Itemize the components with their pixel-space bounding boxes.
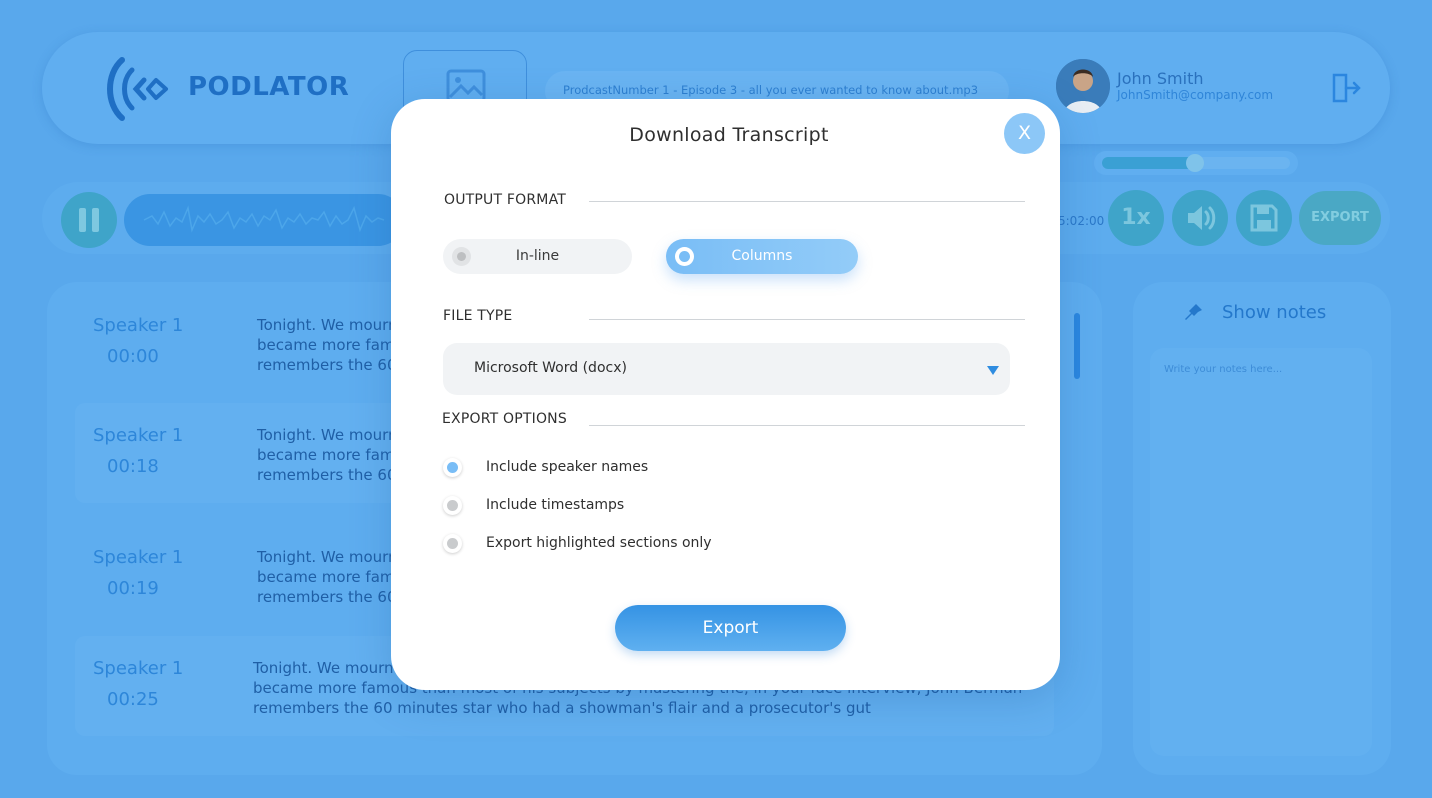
speaker-label: Speaker 1 — [93, 547, 184, 568]
format-option-label: Columns — [731, 248, 793, 264]
option-include-speaker-names[interactable]: Include speaker names — [443, 457, 743, 479]
export-button[interactable]: Export — [615, 605, 846, 651]
format-option-inline[interactable]: In-line — [443, 239, 632, 274]
divider — [589, 201, 1025, 202]
file-type-label: FILE TYPE — [443, 308, 513, 324]
format-option-label: In-line — [515, 248, 560, 264]
radio-icon[interactable] — [443, 496, 462, 515]
radio-icon[interactable] — [443, 458, 462, 477]
logo-text: PODLATOR — [188, 72, 350, 102]
volume-button[interactable] — [1172, 190, 1228, 246]
option-export-highlighted-only[interactable]: Export highlighted sections only — [443, 533, 743, 555]
volume-knob[interactable] — [1186, 154, 1204, 172]
waveform[interactable] — [124, 194, 404, 246]
speaker-label: Speaker 1 — [93, 315, 184, 336]
save-button[interactable] — [1236, 190, 1292, 246]
export-options-label: EXPORT OPTIONS — [442, 411, 567, 427]
avatar[interactable] — [1056, 59, 1110, 113]
speed-button[interactable]: 1x — [1108, 190, 1164, 246]
pin-icon — [1185, 304, 1202, 320]
radio-icon[interactable] — [443, 534, 462, 553]
save-icon — [1250, 204, 1278, 232]
dialog-title: Download Transcript — [629, 124, 829, 146]
pause-icon — [79, 208, 86, 232]
logo-icon — [107, 57, 168, 121]
notes-input[interactable]: Write your notes here... — [1150, 348, 1372, 756]
divider — [589, 425, 1025, 426]
user-email: JohnSmith@company.com — [1117, 88, 1274, 102]
playback-time: 5:02:00 — [1058, 214, 1105, 228]
option-include-timestamps[interactable]: Include timestamps — [443, 495, 743, 517]
option-label: Include speaker names — [486, 459, 649, 475]
close-button[interactable]: X — [1004, 113, 1045, 154]
dropdown-caret-icon — [987, 366, 999, 375]
pause-button[interactable] — [61, 192, 117, 248]
logout-icon[interactable] — [1330, 72, 1362, 104]
speaker-label: Speaker 1 — [93, 425, 184, 446]
output-format-label: OUTPUT FORMAT — [444, 192, 567, 208]
timestamp[interactable]: 00:00 — [107, 346, 159, 367]
notes-title: Show notes — [1222, 302, 1327, 323]
divider — [589, 319, 1025, 320]
speaker-label: Speaker 1 — [93, 658, 184, 679]
export-toolbar-button[interactable]: EXPORT — [1299, 191, 1381, 245]
timestamp[interactable]: 00:25 — [107, 689, 159, 710]
user-name: John Smith — [1117, 69, 1204, 88]
transcript-line: remembers the 60 minutes star who had a … — [253, 699, 871, 717]
file-type-value: Microsoft Word (docx) — [474, 360, 627, 376]
transcript-scrollbar[interactable] — [1074, 313, 1080, 379]
format-option-columns[interactable]: Columns — [666, 239, 858, 274]
image-icon — [446, 69, 486, 103]
timestamp[interactable]: 00:19 — [107, 578, 159, 599]
option-label: Include timestamps — [486, 497, 625, 513]
volume-icon — [1188, 206, 1216, 230]
file-type-select[interactable]: Microsoft Word (docx) — [443, 343, 1010, 395]
volume-slider[interactable] — [1094, 151, 1298, 175]
timestamp[interactable]: 00:18 — [107, 456, 159, 477]
option-label: Export highlighted sections only — [486, 535, 712, 551]
